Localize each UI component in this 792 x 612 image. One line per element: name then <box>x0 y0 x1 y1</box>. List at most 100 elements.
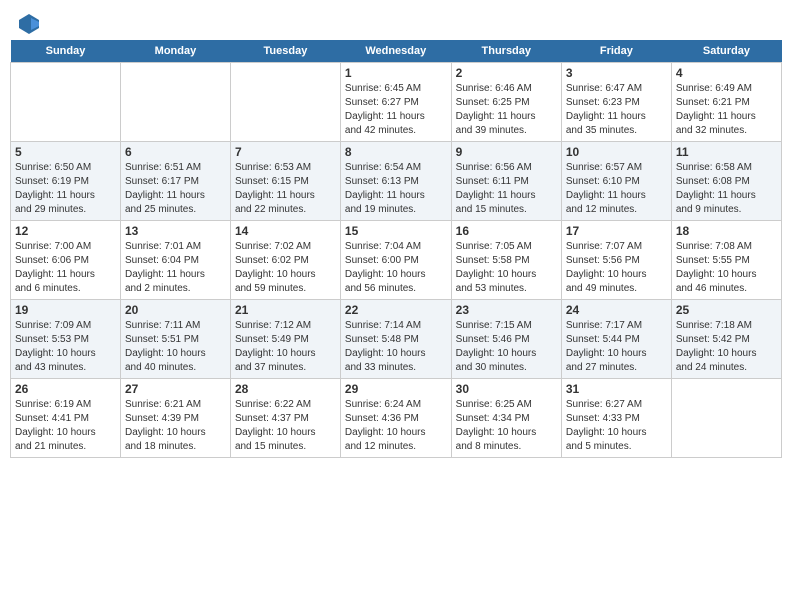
calendar-cell: 29 Sunrise: 6:24 AM Sunset: 4:36 PM Dayli… <box>340 379 451 458</box>
calendar-cell: 9Sunrise: 6:56 AM Sunset: 6:11 PM Daylig… <box>451 142 561 221</box>
calendar-cell: 20 Sunrise: 7:11 AM Sunset: 5:51 PM Dayli… <box>120 300 230 379</box>
day-info: Sunrise: 7:14 AM Sunset: 5:48 PM Dayligh… <box>345 319 447 375</box>
day-info: Sunrise: 6:46 AM Sunset: 6:25 PM Dayligh… <box>456 82 557 138</box>
day-header-sunday: Sunday <box>11 40 121 63</box>
calendar-cell: 18 Sunrise: 7:08 AM Sunset: 5:55 PM Dayli… <box>671 221 781 300</box>
day-number: 30 <box>456 382 557 396</box>
day-number: 31 <box>566 382 667 396</box>
days-header-row: SundayMondayTuesdayWednesdayThursdayFrid… <box>11 40 782 63</box>
calendar-cell: 26 Sunrise: 6:19 AM Sunset: 4:41 PM Dayli… <box>11 379 121 458</box>
calendar-cell: 28 Sunrise: 6:22 AM Sunset: 4:37 PM Dayli… <box>230 379 340 458</box>
day-info: Sunrise: 7:02 AM Sunset: 6:02 PM Dayligh… <box>235 240 336 296</box>
day-info: Sunrise: 7:12 AM Sunset: 5:49 PM Dayligh… <box>235 319 336 375</box>
day-info: Sunrise: 7:04 AM Sunset: 6:00 PM Dayligh… <box>345 240 447 296</box>
calendar-cell: 17 Sunrise: 7:07 AM Sunset: 5:56 PM Dayli… <box>561 221 671 300</box>
calendar-cell: 3 Sunrise: 6:47 AM Sunset: 6:23 PM Daylig… <box>561 63 671 142</box>
day-number: 12 <box>15 224 116 238</box>
day-number: 20 <box>125 303 226 317</box>
day-info: Sunrise: 7:01 AM Sunset: 6:04 PM Dayligh… <box>125 240 226 296</box>
day-info: Sunrise: 6:54 AM Sunset: 6:13 PM Dayligh… <box>345 161 447 217</box>
day-number: 23 <box>456 303 557 317</box>
day-number: 24 <box>566 303 667 317</box>
day-info: Sunrise: 6:56 AM Sunset: 6:11 PM Dayligh… <box>456 161 557 217</box>
day-number: 10 <box>566 145 667 159</box>
calendar-cell: 24 Sunrise: 7:17 AM Sunset: 5:44 PM Dayli… <box>561 300 671 379</box>
day-number: 15 <box>345 224 447 238</box>
day-info: Sunrise: 6:24 AM Sunset: 4:36 PM Dayligh… <box>345 398 447 454</box>
day-number: 18 <box>676 224 777 238</box>
calendar-cell: 22 Sunrise: 7:14 AM Sunset: 5:48 PM Dayli… <box>340 300 451 379</box>
day-info: Sunrise: 7:15 AM Sunset: 5:46 PM Dayligh… <box>456 319 557 375</box>
calendar-cell: 1Sunrise: 6:45 AM Sunset: 6:27 PM Daylig… <box>340 63 451 142</box>
day-info: Sunrise: 7:11 AM Sunset: 5:51 PM Dayligh… <box>125 319 226 375</box>
day-number: 13 <box>125 224 226 238</box>
day-info: Sunrise: 6:47 AM Sunset: 6:23 PM Dayligh… <box>566 82 667 138</box>
day-number: 19 <box>15 303 116 317</box>
calendar-cell: 13 Sunrise: 7:01 AM Sunset: 6:04 PM Dayli… <box>120 221 230 300</box>
day-info: Sunrise: 7:18 AM Sunset: 5:42 PM Dayligh… <box>676 319 777 375</box>
calendar-table: SundayMondayTuesdayWednesdayThursdayFrid… <box>10 40 782 458</box>
day-number: 14 <box>235 224 336 238</box>
day-number: 26 <box>15 382 116 396</box>
day-number: 4 <box>676 66 777 80</box>
calendar-cell <box>671 379 781 458</box>
day-header-saturday: Saturday <box>671 40 781 63</box>
week-row-4: 19 Sunrise: 7:09 AM Sunset: 5:53 PM Dayli… <box>11 300 782 379</box>
day-number: 17 <box>566 224 667 238</box>
day-number: 7 <box>235 145 336 159</box>
day-info: Sunrise: 7:09 AM Sunset: 5:53 PM Dayligh… <box>15 319 116 375</box>
calendar-cell: 10 Sunrise: 6:57 AM Sunset: 6:10 PM Dayli… <box>561 142 671 221</box>
day-info: Sunrise: 6:58 AM Sunset: 6:08 PM Dayligh… <box>676 161 777 217</box>
calendar-cell: 30 Sunrise: 6:25 AM Sunset: 4:34 PM Dayli… <box>451 379 561 458</box>
day-info: Sunrise: 7:07 AM Sunset: 5:56 PM Dayligh… <box>566 240 667 296</box>
day-header-thursday: Thursday <box>451 40 561 63</box>
calendar-cell <box>11 63 121 142</box>
day-info: Sunrise: 6:21 AM Sunset: 4:39 PM Dayligh… <box>125 398 226 454</box>
day-number: 11 <box>676 145 777 159</box>
day-header-tuesday: Tuesday <box>230 40 340 63</box>
day-info: Sunrise: 6:19 AM Sunset: 4:41 PM Dayligh… <box>15 398 116 454</box>
day-info: Sunrise: 6:22 AM Sunset: 4:37 PM Dayligh… <box>235 398 336 454</box>
day-number: 21 <box>235 303 336 317</box>
calendar-cell: 31 Sunrise: 6:27 AM Sunset: 4:33 PM Dayli… <box>561 379 671 458</box>
week-row-1: 1Sunrise: 6:45 AM Sunset: 6:27 PM Daylig… <box>11 63 782 142</box>
day-number: 1 <box>345 66 447 80</box>
calendar-cell: 2 Sunrise: 6:46 AM Sunset: 6:25 PM Daylig… <box>451 63 561 142</box>
day-info: Sunrise: 6:25 AM Sunset: 4:34 PM Dayligh… <box>456 398 557 454</box>
day-number: 3 <box>566 66 667 80</box>
calendar-cell: 4Sunrise: 6:49 AM Sunset: 6:21 PM Daylig… <box>671 63 781 142</box>
day-number: 25 <box>676 303 777 317</box>
calendar-cell: 5Sunrise: 6:50 AM Sunset: 6:19 PM Daylig… <box>11 142 121 221</box>
day-number: 22 <box>345 303 447 317</box>
day-number: 5 <box>15 145 116 159</box>
day-info: Sunrise: 6:51 AM Sunset: 6:17 PM Dayligh… <box>125 161 226 217</box>
day-number: 6 <box>125 145 226 159</box>
day-info: Sunrise: 7:08 AM Sunset: 5:55 PM Dayligh… <box>676 240 777 296</box>
day-number: 8 <box>345 145 447 159</box>
calendar-cell <box>120 63 230 142</box>
day-number: 29 <box>345 382 447 396</box>
day-info: Sunrise: 7:00 AM Sunset: 6:06 PM Dayligh… <box>15 240 116 296</box>
day-number: 16 <box>456 224 557 238</box>
day-number: 28 <box>235 382 336 396</box>
calendar-cell: 11 Sunrise: 6:58 AM Sunset: 6:08 PM Dayli… <box>671 142 781 221</box>
calendar-cell: 7 Sunrise: 6:53 AM Sunset: 6:15 PM Daylig… <box>230 142 340 221</box>
calendar-cell: 21 Sunrise: 7:12 AM Sunset: 5:49 PM Dayli… <box>230 300 340 379</box>
calendar-cell: 8 Sunrise: 6:54 AM Sunset: 6:13 PM Daylig… <box>340 142 451 221</box>
day-info: Sunrise: 7:17 AM Sunset: 5:44 PM Dayligh… <box>566 319 667 375</box>
day-header-wednesday: Wednesday <box>340 40 451 63</box>
week-row-2: 5Sunrise: 6:50 AM Sunset: 6:19 PM Daylig… <box>11 142 782 221</box>
day-info: Sunrise: 6:53 AM Sunset: 6:15 PM Dayligh… <box>235 161 336 217</box>
calendar-cell: 6 Sunrise: 6:51 AM Sunset: 6:17 PM Daylig… <box>120 142 230 221</box>
calendar-cell <box>230 63 340 142</box>
calendar-cell: 23 Sunrise: 7:15 AM Sunset: 5:46 PM Dayli… <box>451 300 561 379</box>
day-number: 2 <box>456 66 557 80</box>
day-info: Sunrise: 6:57 AM Sunset: 6:10 PM Dayligh… <box>566 161 667 217</box>
day-number: 27 <box>125 382 226 396</box>
week-row-3: 12 Sunrise: 7:00 AM Sunset: 6:06 PM Dayli… <box>11 221 782 300</box>
calendar-cell: 25 Sunrise: 7:18 AM Sunset: 5:42 PM Dayli… <box>671 300 781 379</box>
day-header-monday: Monday <box>120 40 230 63</box>
calendar-cell: 19 Sunrise: 7:09 AM Sunset: 5:53 PM Dayli… <box>11 300 121 379</box>
day-info: Sunrise: 6:27 AM Sunset: 4:33 PM Dayligh… <box>566 398 667 454</box>
week-row-5: 26 Sunrise: 6:19 AM Sunset: 4:41 PM Dayli… <box>11 379 782 458</box>
